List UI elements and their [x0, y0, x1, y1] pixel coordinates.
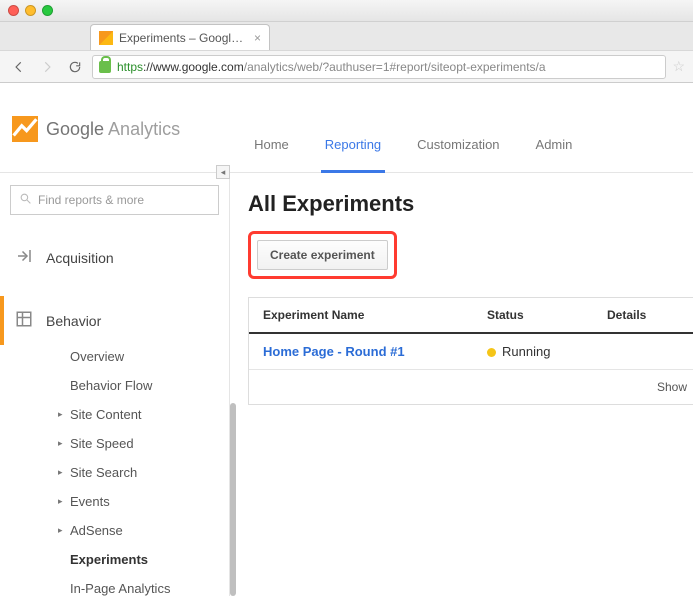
- reload-icon: [68, 60, 82, 74]
- scrollbar[interactable]: [230, 403, 236, 596]
- collapse-sidebar-button[interactable]: ◂: [216, 165, 230, 179]
- ga-logo-text: Google Analytics: [46, 119, 180, 140]
- cell-status: Running: [473, 334, 593, 369]
- sidebar-item-experiments[interactable]: Experiments: [58, 552, 219, 567]
- close-window-icon[interactable]: [8, 5, 19, 16]
- nav-reporting[interactable]: Reporting: [321, 137, 385, 172]
- table-footer: Show: [249, 370, 693, 404]
- cell-details: [593, 334, 693, 369]
- search-input[interactable]: [38, 193, 210, 207]
- window-controls: [8, 5, 53, 16]
- arrow-left-icon: [12, 60, 26, 74]
- sidebar-search[interactable]: [10, 185, 219, 215]
- sidebar-item-site-content[interactable]: ▸Site Content: [58, 407, 219, 422]
- bookmark-icon[interactable]: ☆: [672, 58, 685, 75]
- section-behavior[interactable]: Behavior: [0, 296, 219, 345]
- tab-bar: Experiments – Google Ana ×: [0, 22, 693, 50]
- sidebar-item-site-search[interactable]: ▸Site Search: [58, 465, 219, 480]
- browser-tab[interactable]: Experiments – Google Ana ×: [90, 24, 270, 50]
- create-experiment-button[interactable]: Create experiment: [257, 240, 388, 270]
- window-titlebar: [0, 0, 693, 22]
- table-header: Experiment Name Status Details: [249, 298, 693, 334]
- main-content: All Experiments Create experiment Experi…: [230, 173, 693, 596]
- section-label: Acquisition: [46, 250, 114, 266]
- caret-icon: ▸: [58, 525, 66, 536]
- nav-admin[interactable]: Admin: [532, 137, 577, 172]
- lock-icon: [99, 61, 111, 73]
- forward-button[interactable]: [36, 56, 58, 78]
- back-button[interactable]: [8, 56, 30, 78]
- minimize-window-icon[interactable]: [25, 5, 36, 16]
- url-host: ://www.google.com: [143, 60, 244, 74]
- th-name[interactable]: Experiment Name: [249, 298, 473, 332]
- th-status[interactable]: Status: [473, 298, 593, 332]
- sidebar-item-behavior-flow[interactable]: Behavior Flow: [58, 378, 219, 393]
- sidebar-item-overview[interactable]: Overview: [58, 349, 219, 364]
- close-tab-icon[interactable]: ×: [254, 31, 261, 45]
- reload-button[interactable]: [64, 56, 86, 78]
- browser-toolbar: https://www.google.com/analytics/web/?au…: [0, 50, 693, 82]
- app-body: ◂ Acquisition Behavior Overview Behavior…: [0, 173, 693, 596]
- page-title: All Experiments: [248, 191, 693, 217]
- section-label: Behavior: [46, 313, 101, 329]
- experiments-table: Experiment Name Status Details Home Page…: [248, 297, 693, 405]
- acquisition-icon: [14, 247, 34, 268]
- ga-logo[interactable]: Google Analytics: [12, 116, 180, 142]
- nav-customization[interactable]: Customization: [413, 137, 503, 172]
- status-dot-icon: [487, 348, 496, 357]
- create-experiment-highlight: Create experiment: [248, 231, 397, 279]
- caret-icon: ▸: [58, 409, 66, 420]
- url-path: /analytics/web/?authuser=1#report/siteop…: [244, 60, 546, 74]
- address-bar[interactable]: https://www.google.com/analytics/web/?au…: [92, 55, 666, 79]
- sidebar-item-events[interactable]: ▸Events: [58, 494, 219, 509]
- section-acquisition[interactable]: Acquisition: [10, 233, 219, 282]
- arrow-right-icon: [40, 60, 54, 74]
- sidebar-item-site-speed[interactable]: ▸Site Speed: [58, 436, 219, 451]
- nav-home[interactable]: Home: [250, 137, 293, 172]
- show-rows-label[interactable]: Show: [657, 380, 687, 394]
- caret-icon: ▸: [58, 467, 66, 478]
- browser-chrome: Experiments – Google Ana × https://www.g…: [0, 0, 693, 83]
- behavior-icon: [14, 310, 34, 331]
- cell-name[interactable]: Home Page - Round #1: [249, 334, 473, 369]
- behavior-subitems: Overview Behavior Flow ▸Site Content ▸Si…: [58, 349, 219, 596]
- sidebar-item-in-page-analytics[interactable]: In-Page Analytics: [58, 581, 219, 596]
- favicon-icon: [99, 31, 113, 45]
- caret-icon: ▸: [58, 438, 66, 449]
- url-protocol: https: [117, 60, 143, 74]
- maximize-window-icon[interactable]: [42, 5, 53, 16]
- ga-logo-icon: [12, 116, 38, 142]
- ga-nav: Home Reporting Customization Admin: [250, 83, 576, 172]
- sidebar-item-adsense[interactable]: ▸AdSense: [58, 523, 219, 538]
- table-row[interactable]: Home Page - Round #1 Running: [249, 334, 693, 370]
- search-icon: [19, 192, 32, 208]
- tab-title: Experiments – Google Ana: [119, 31, 248, 45]
- ga-header: Google Analytics Home Reporting Customiz…: [0, 83, 693, 173]
- caret-icon: ▸: [58, 496, 66, 507]
- sidebar: ◂ Acquisition Behavior Overview Behavior…: [0, 173, 230, 596]
- th-details[interactable]: Details: [593, 298, 693, 332]
